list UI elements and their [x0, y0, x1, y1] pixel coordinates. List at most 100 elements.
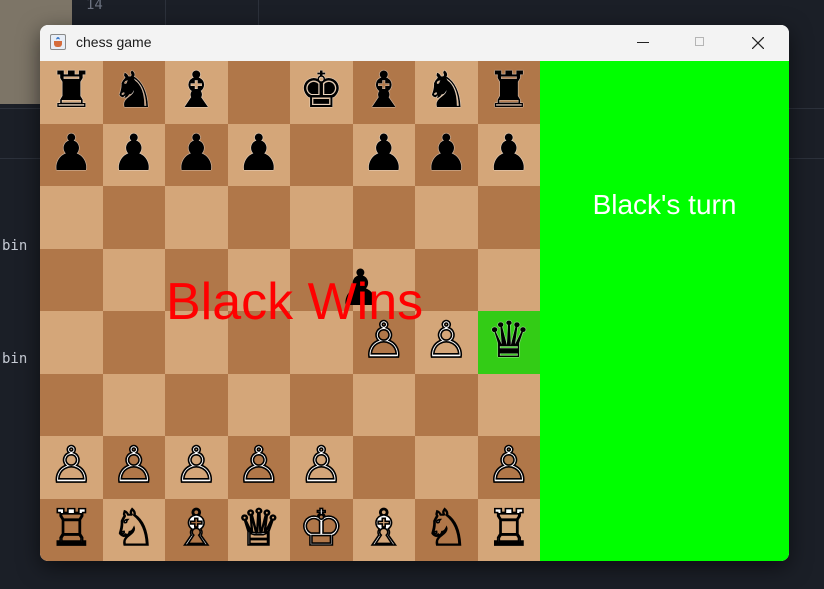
board-square[interactable]: ♙: [165, 436, 228, 499]
chess-piece[interactable]: ♟: [424, 128, 469, 178]
background-label: bin: [2, 351, 28, 367]
chess-piece[interactable]: ♙: [486, 439, 532, 491]
board-square[interactable]: [290, 186, 353, 249]
chess-piece[interactable]: ♘: [111, 502, 157, 554]
board-square[interactable]: [227, 373, 290, 436]
board-square[interactable]: ♗: [165, 498, 228, 561]
board-square[interactable]: ♔: [290, 498, 353, 561]
chess-piece[interactable]: ♗: [173, 502, 219, 554]
board-square[interactable]: [102, 186, 165, 249]
side-panel: Black's turn: [540, 61, 789, 561]
board-square[interactable]: ♟: [40, 123, 103, 186]
board-square[interactable]: ♝: [165, 61, 228, 124]
close-icon: [752, 37, 764, 49]
board-square[interactable]: ♙: [290, 436, 353, 499]
minimize-button[interactable]: [620, 25, 666, 61]
board-square[interactable]: ♙: [40, 436, 103, 499]
board-square[interactable]: ♟: [352, 123, 415, 186]
board-square[interactable]: [40, 373, 103, 436]
chess-piece[interactable]: ♟: [174, 128, 219, 178]
chess-piece[interactable]: ♙: [298, 439, 344, 491]
chess-piece[interactable]: ♞: [111, 65, 156, 115]
board-square[interactable]: ♙: [477, 436, 540, 499]
java-app-icon: [50, 34, 66, 50]
chess-piece[interactable]: ♟: [111, 128, 156, 178]
chess-piece[interactable]: ♝: [361, 65, 406, 115]
board-square[interactable]: [40, 248, 103, 311]
chess-piece[interactable]: ♟: [49, 128, 94, 178]
board-square[interactable]: ♟: [165, 123, 228, 186]
board-square[interactable]: ♙: [415, 311, 478, 374]
board-square[interactable]: [477, 373, 540, 436]
board-square[interactable]: [415, 373, 478, 436]
chess-piece[interactable]: ♖: [486, 502, 532, 554]
board-square[interactable]: ♞: [415, 61, 478, 124]
chess-piece[interactable]: ♙: [423, 314, 469, 366]
board-square[interactable]: ♜: [477, 61, 540, 124]
board-square[interactable]: ♟: [477, 123, 540, 186]
board-square[interactable]: [165, 373, 228, 436]
chess-piece[interactable]: ♜: [486, 65, 531, 115]
chess-piece[interactable]: ♛: [486, 315, 531, 365]
board-square[interactable]: [290, 123, 353, 186]
board-square[interactable]: [165, 186, 228, 249]
board-square[interactable]: [477, 186, 540, 249]
board-square[interactable]: ♙: [227, 436, 290, 499]
board-square[interactable]: ♘: [102, 498, 165, 561]
board-square[interactable]: ♟: [415, 123, 478, 186]
window-title: chess game: [76, 34, 152, 50]
board-square[interactable]: [415, 186, 478, 249]
board-square[interactable]: [102, 373, 165, 436]
chess-piece[interactable]: ♟: [486, 128, 531, 178]
board-square[interactable]: ♝: [352, 61, 415, 124]
board-square[interactable]: ♖: [40, 498, 103, 561]
chess-piece[interactable]: ♜: [49, 65, 94, 115]
title-bar[interactable]: chess game: [40, 25, 789, 61]
chess-piece[interactable]: ♟: [236, 128, 281, 178]
chess-piece[interactable]: ♝: [174, 65, 219, 115]
board-square[interactable]: ♕: [227, 498, 290, 561]
close-button[interactable]: [735, 25, 781, 61]
chess-piece[interactable]: ♙: [111, 439, 157, 491]
chess-piece[interactable]: ♘: [423, 502, 469, 554]
board-square[interactable]: [227, 186, 290, 249]
board-square[interactable]: ♗: [352, 498, 415, 561]
chess-piece[interactable]: ♕: [236, 502, 282, 554]
chess-piece[interactable]: ♖: [48, 502, 94, 554]
chess-piece[interactable]: ♚: [299, 65, 344, 115]
board-square[interactable]: ♞: [102, 61, 165, 124]
board-square[interactable]: [477, 248, 540, 311]
game-content: ♜ ♞ ♝ ♚ ♝ ♞ ♜ ♟ ♟ ♟ ♟ ♟ ♟ ♟ ♙ ♙ ♛ ♙ ♙ ♙ ♙ ♙ ♙ ♖ ♘ ♗ ♕ ♔ ♗ ♘ ♖ ♟ Black …: [40, 61, 789, 561]
board-square[interactable]: ♟: [227, 123, 290, 186]
chess-piece[interactable]: ♟: [361, 128, 406, 178]
board-square[interactable]: ♖: [477, 498, 540, 561]
chess-piece[interactable]: ♔: [298, 502, 344, 554]
board-square[interactable]: [40, 311, 103, 374]
board-square[interactable]: [352, 186, 415, 249]
chess-piece[interactable]: ♙: [236, 439, 282, 491]
board-square[interactable]: ♛: [477, 311, 540, 374]
board-square[interactable]: [102, 248, 165, 311]
board-square[interactable]: [415, 248, 478, 311]
game-result-message: Black Wins: [166, 273, 424, 331]
maximize-button[interactable]: [677, 25, 723, 61]
chess-piece[interactable]: ♙: [48, 439, 94, 491]
chess-window: chess game ♜ ♞ ♝ ♚ ♝ ♞ ♜ ♟ ♟ ♟ ♟ ♟ ♟ ♟ ♙ ♙ ♛ ♙ ♙ ♙ ♙ ♙ ♙ ♖ ♘ ♗ ♕ ♔ ♗…: [40, 25, 789, 561]
board-square[interactable]: ♜: [40, 61, 103, 124]
board-square[interactable]: ♘: [415, 498, 478, 561]
background-label: bin: [2, 238, 28, 254]
background-divider: [165, 0, 166, 28]
board-square[interactable]: [352, 436, 415, 499]
board-square[interactable]: [40, 186, 103, 249]
board-square[interactable]: [415, 436, 478, 499]
board-square[interactable]: [102, 311, 165, 374]
chess-piece[interactable]: ♙: [173, 439, 219, 491]
board-square[interactable]: ♟: [102, 123, 165, 186]
chess-piece[interactable]: ♗: [361, 502, 407, 554]
board-square[interactable]: [227, 61, 290, 124]
chess-piece[interactable]: ♞: [424, 65, 469, 115]
board-square[interactable]: ♚: [290, 61, 353, 124]
board-square[interactable]: ♙: [102, 436, 165, 499]
board-square[interactable]: [352, 373, 415, 436]
board-square[interactable]: [290, 373, 353, 436]
